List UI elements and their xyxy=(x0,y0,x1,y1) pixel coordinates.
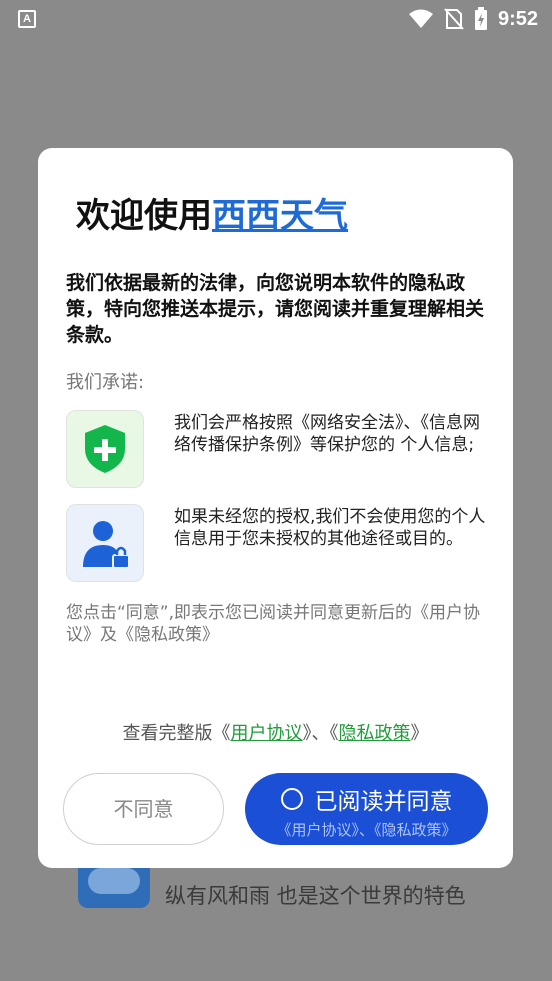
agree-button[interactable]: 已阅读并同意 《用户协议》、《隐私政策》 xyxy=(245,773,488,845)
app-name-link[interactable]: 西西天气 xyxy=(212,196,348,236)
privacy-policy-link[interactable]: 隐私政策 xyxy=(339,723,411,744)
promise-item-law: 我们会严格按照《网络安全法》、《信息网络传播保护条例》等保护您的 个人信息; xyxy=(66,410,486,488)
shield-plus-icon xyxy=(66,410,144,488)
user-agreement-link[interactable]: 用户协议 xyxy=(231,723,303,744)
user-lock-icon xyxy=(66,504,144,582)
notification-icon: A xyxy=(18,10,36,28)
intro-text: 我们依据最新的法律，向您说明本软件的隐私政策，特向您推送本提示，请您阅读并重复理… xyxy=(66,272,485,346)
no-sim-icon xyxy=(444,8,464,30)
full-policy-links: 查看完整版《用户协议》、《隐私政策》 xyxy=(38,719,513,745)
dialog-title: 欢迎使用西西天气 xyxy=(76,188,348,237)
policy-scroll-area[interactable]: 我们依据最新的法律，向您说明本软件的隐私政策，特向您推送本提示，请您阅读并重复理… xyxy=(66,270,486,700)
wifi-icon xyxy=(408,9,433,28)
disagree-button[interactable]: 不同意 xyxy=(63,773,224,845)
title-prefix: 欢迎使用 xyxy=(76,196,212,236)
status-time: 9:52 xyxy=(497,7,538,30)
footer-prefix: 查看完整版《 xyxy=(122,723,231,744)
status-bar: A 9:52 xyxy=(0,0,552,38)
battery-charging-icon xyxy=(474,7,487,30)
agree-sublabel: 《用户协议》、《隐私政策》 xyxy=(276,821,457,839)
app-slogan: 纵有风和雨 也是这个世界的特色 xyxy=(165,884,466,908)
promise-item-auth-text: 如果未经您的授权,我们不会使用您的个人信息用于您未授权的其他途径或目的。 xyxy=(174,507,486,549)
radio-circle-icon xyxy=(280,788,303,810)
promise-item-law-text: 我们会严格按照《网络安全法》、《信息网络传播保护条例》等保护您的 个人信息; xyxy=(174,413,480,455)
footer-suffix: 》 xyxy=(410,723,429,744)
promise-label: 我们承诺: xyxy=(66,372,145,393)
promise-item-auth: 如果未经您的授权,我们不会使用您的个人信息用于您未授权的其他途径或目的。 xyxy=(66,504,486,582)
privacy-dialog: 欢迎使用西西天气 我们依据最新的法律，向您说明本软件的隐私政策，特向您推送本提示… xyxy=(38,148,513,868)
footer-middle: 》、《 xyxy=(302,723,339,744)
consent-notice: 您点击“同意”,即表示您已阅读并同意更新后的《用户协议》及《隐私政策》 xyxy=(66,603,481,645)
status-icons: 9:52 xyxy=(408,6,538,32)
agree-label: 已阅读并同意 xyxy=(314,789,453,815)
